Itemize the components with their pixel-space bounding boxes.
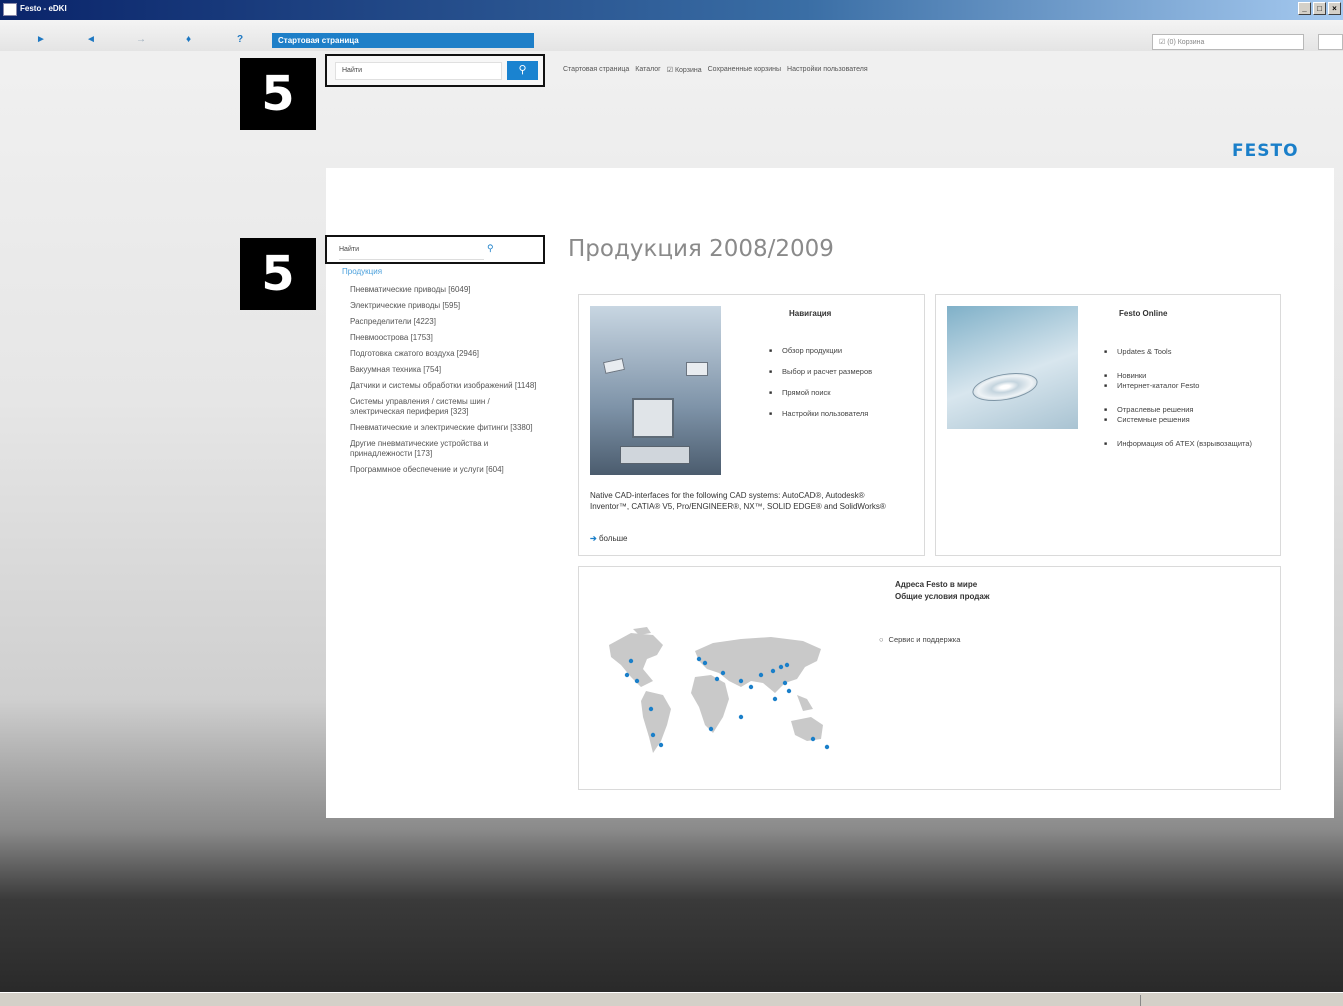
divider [339,259,484,260]
cd-image[interactable] [947,306,1078,429]
category-item[interactable]: Другие пневматические устройства и прина… [350,439,540,459]
navigation-title: Навигация [789,309,832,318]
sidebar-search-box: Найти ⚲ [325,235,545,264]
help-icon[interactable]: ? [237,34,243,45]
online-link-news[interactable]: Новинки [1104,371,1264,381]
cd-disc [970,368,1040,406]
product-part [602,358,626,374]
service-label: Сервис и поддержка [888,635,961,644]
circle-bullet-icon: ○ [879,635,884,644]
addresses-link[interactable]: Адреса Festo в мире [895,579,990,591]
category-item[interactable]: Вакуумная техника [754] [350,365,540,375]
window-controls: _ □ × [1298,2,1341,15]
top-navigation: Стартовая страница Каталог ☑ Корзина Сох… [563,66,868,74]
online-link-catalog[interactable]: Интернет-каталог Festo [1104,381,1264,391]
online-list: Updates & Tools Новинки Интернет-каталог… [1104,347,1264,449]
cart-status-box[interactable]: ☑ (0) Корзина [1152,34,1304,50]
festo-logo: FESTO [1232,141,1299,161]
product-part [686,362,708,376]
service-link[interactable]: ○ Сервис и поддержка [879,635,960,644]
close-icon[interactable]: × [1328,2,1341,15]
category-item[interactable]: Пневматические и электрические фитинги [… [350,423,540,433]
category-item[interactable]: Пневмоострова [1753] [350,333,540,343]
window-title-bar: Festo - eDKI _ □ × [0,0,1343,20]
product-image[interactable] [590,306,721,475]
status-divider [1140,995,1141,1006]
category-list: Пневматические приводы [6049] Электричес… [350,285,540,481]
arrow-right-icon: ➔ [590,534,597,543]
sidebar-search-input[interactable]: Найти [339,246,359,253]
online-link-systems[interactable]: Системные решения [1104,415,1264,425]
top-search-input[interactable]: Найти [335,62,502,80]
products-link[interactable]: Продукция [342,267,382,276]
category-item[interactable]: Распределители [4223] [350,317,540,327]
address-bar[interactable]: Стартовая страница [272,33,534,48]
toolbar [0,20,1343,51]
category-item[interactable]: Датчики и системы обработки изображений … [350,381,540,391]
more-link[interactable]: ➔ больше [590,534,628,543]
category-item[interactable]: Подготовка сжатого воздуха [2946] [350,349,540,359]
nav-link-sizing[interactable]: Выбор и расчет размеров [769,367,879,377]
back-icon[interactable]: ◄ [86,34,96,45]
play-icon[interactable]: ► [36,34,46,45]
nav-link-product-overview[interactable]: Обзор продукции [769,346,879,356]
page-title: Продукция 2008/2009 [568,236,834,262]
nav-cart[interactable]: ☑ Корзина [667,66,702,74]
nav-catalog[interactable]: Каталог [635,66,660,74]
festo-addresses: Адреса Festo в мире Общие условия продаж [895,579,990,603]
nav-saved-carts[interactable]: Сохраненные корзины [708,66,781,74]
world-map[interactable] [591,625,851,775]
online-title: Festo Online [1119,309,1168,318]
online-link-atex[interactable]: Информация об ATEX (взрывозащита) [1104,439,1264,449]
home-icon[interactable]: ♦ [186,34,191,45]
search-icon: ⚲ [518,64,527,76]
status-bar [0,992,1343,1006]
minimize-icon[interactable]: _ [1298,2,1311,15]
category-item[interactable]: Электрические приводы [595] [350,301,540,311]
product-part [632,398,674,438]
festo-online-panel: Festo Online Updates & Tools Новинки Инт… [935,294,1281,556]
nav-user-settings[interactable]: Настройки пользователя [787,66,868,74]
top-search-box: Найти ⚲ [325,54,545,87]
search-button[interactable]: ⚲ [507,61,538,80]
category-item[interactable]: Программное обеспечение и услуги [604] [350,465,540,475]
category-item[interactable]: Пневматические приводы [6049] [350,285,540,295]
maximize-icon[interactable]: □ [1313,2,1326,15]
navigation-list: Обзор продукции Выбор и расчет размеров … [769,346,879,419]
online-link-updates[interactable]: Updates & Tools [1104,347,1264,357]
terms-link[interactable]: Общие условия продаж [895,591,990,603]
product-part [620,446,690,464]
cad-interfaces-text: Native CAD-interfaces for the following … [590,491,886,511]
nav-link-direct-search[interactable]: Прямой поиск [769,388,879,398]
app-icon [3,3,17,16]
callout-marker: 5 [240,238,316,310]
forward-icon[interactable]: → [136,34,146,45]
navigation-panel: Навигация Обзор продукции Выбор и расчет… [578,294,925,556]
online-link-industry[interactable]: Отраслевые решения [1104,405,1264,415]
category-item[interactable]: Системы управления / системы шин / элект… [350,397,540,417]
nav-start-page[interactable]: Стартовая страница [563,66,629,74]
nav-link-user-settings[interactable]: Настройки пользователя [769,409,879,419]
window-title: Festo - eDKI [20,4,67,13]
scrollbar-stub[interactable] [1318,34,1343,50]
more-link-label: больше [598,534,628,543]
worldwide-panel: Адреса Festo в мире Общие условия продаж… [578,566,1281,790]
callout-marker: 5 [240,58,316,130]
search-icon[interactable]: ⚲ [487,243,494,254]
